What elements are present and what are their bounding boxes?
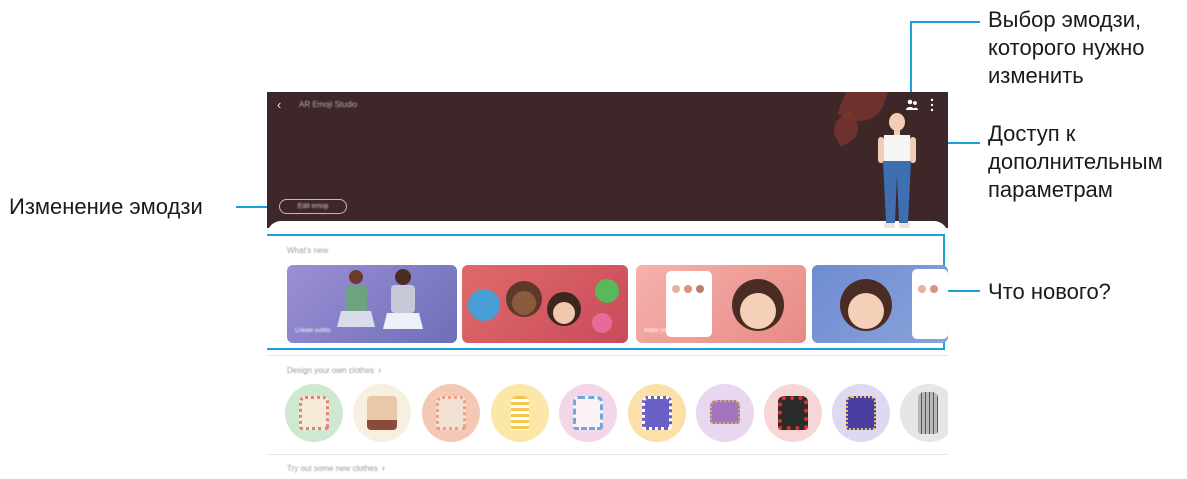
leader-line-whats-new — [946, 290, 980, 292]
annotation-whats-new: Что нового? — [988, 279, 1111, 304]
edit-emoji-label: Edit emoji — [297, 203, 329, 210]
card-caption: Make your face — [644, 328, 686, 334]
annotation-line-3: изменить — [988, 63, 1084, 88]
chevron-right-icon: › — [378, 365, 382, 375]
whats-new-card[interactable] — [462, 265, 628, 343]
annotation-line-2: дополнительным — [988, 149, 1163, 174]
edit-emoji-button[interactable]: Edit emoji — [279, 199, 347, 214]
clothing-item[interactable] — [559, 384, 617, 442]
annotation-line-1: Выбор эмодзи, — [988, 7, 1142, 32]
whats-new-card[interactable] — [812, 265, 948, 343]
avatar-figure — [878, 106, 916, 228]
clothing-shape — [299, 396, 329, 430]
section-divider — [267, 454, 948, 455]
clothing-item[interactable] — [764, 384, 822, 442]
annotation-select-emoji: Выбор эмодзи, которого нужно изменить — [988, 6, 1145, 90]
card-caption: Create outfits — [295, 328, 331, 334]
card-illustration — [468, 279, 619, 333]
card-illustration — [840, 269, 948, 339]
section-divider — [267, 355, 948, 356]
whats-new-card[interactable]: Make your face — [636, 265, 806, 343]
leader-line-select-v — [910, 22, 912, 98]
phone-screen: ‹ AR Emoji Studio Edit emoji What's new — [267, 92, 948, 479]
clothing-shape — [642, 396, 672, 430]
clothing-item[interactable] — [900, 384, 948, 442]
clothing-shape — [367, 396, 397, 430]
annotation-line-3: параметрам — [988, 177, 1113, 202]
whats-new-label: What's new — [287, 246, 329, 255]
more-clothes-label[interactable]: Try out some new clothes › — [287, 463, 385, 473]
clothing-item[interactable] — [696, 384, 754, 442]
clothing-item[interactable] — [628, 384, 686, 442]
design-clothes-label[interactable]: Design your own clothes › — [287, 365, 381, 375]
annotation-more-options: Доступ к дополнительным параметрам — [988, 120, 1163, 204]
clothing-item[interactable] — [353, 384, 411, 442]
annotation-line-1: Доступ к — [988, 121, 1076, 146]
clothing-item[interactable] — [285, 384, 343, 442]
screen-title: AR Emoji Studio — [299, 100, 358, 109]
clothing-item[interactable] — [832, 384, 890, 442]
chevron-right-icon: › — [381, 463, 385, 473]
clothing-shape — [436, 396, 466, 430]
annotation-edit-emoji: Изменение эмодзи — [9, 194, 203, 219]
leader-line-select-h — [910, 21, 980, 23]
bottom-sheet: What's new Create outfits Make your face… — [267, 221, 948, 479]
clothing-shape — [511, 396, 529, 430]
whats-new-card[interactable]: Create outfits — [287, 265, 457, 343]
more-options-icon[interactable] — [927, 98, 937, 112]
clothing-shape — [778, 396, 808, 430]
annotation-line-2: которого нужно — [988, 35, 1145, 60]
more-clothes-text: Try out some new clothes — [287, 464, 378, 473]
clothing-item[interactable] — [422, 384, 480, 442]
clothing-shape — [573, 396, 603, 430]
clothing-shape — [710, 400, 740, 424]
back-icon[interactable]: ‹ — [277, 98, 291, 112]
clothing-shape — [918, 392, 938, 434]
design-clothes-text: Design your own clothes — [287, 366, 375, 375]
clothing-shape — [846, 396, 876, 430]
header-area: ‹ AR Emoji Studio Edit emoji — [267, 92, 948, 228]
clothing-item[interactable] — [491, 384, 549, 442]
